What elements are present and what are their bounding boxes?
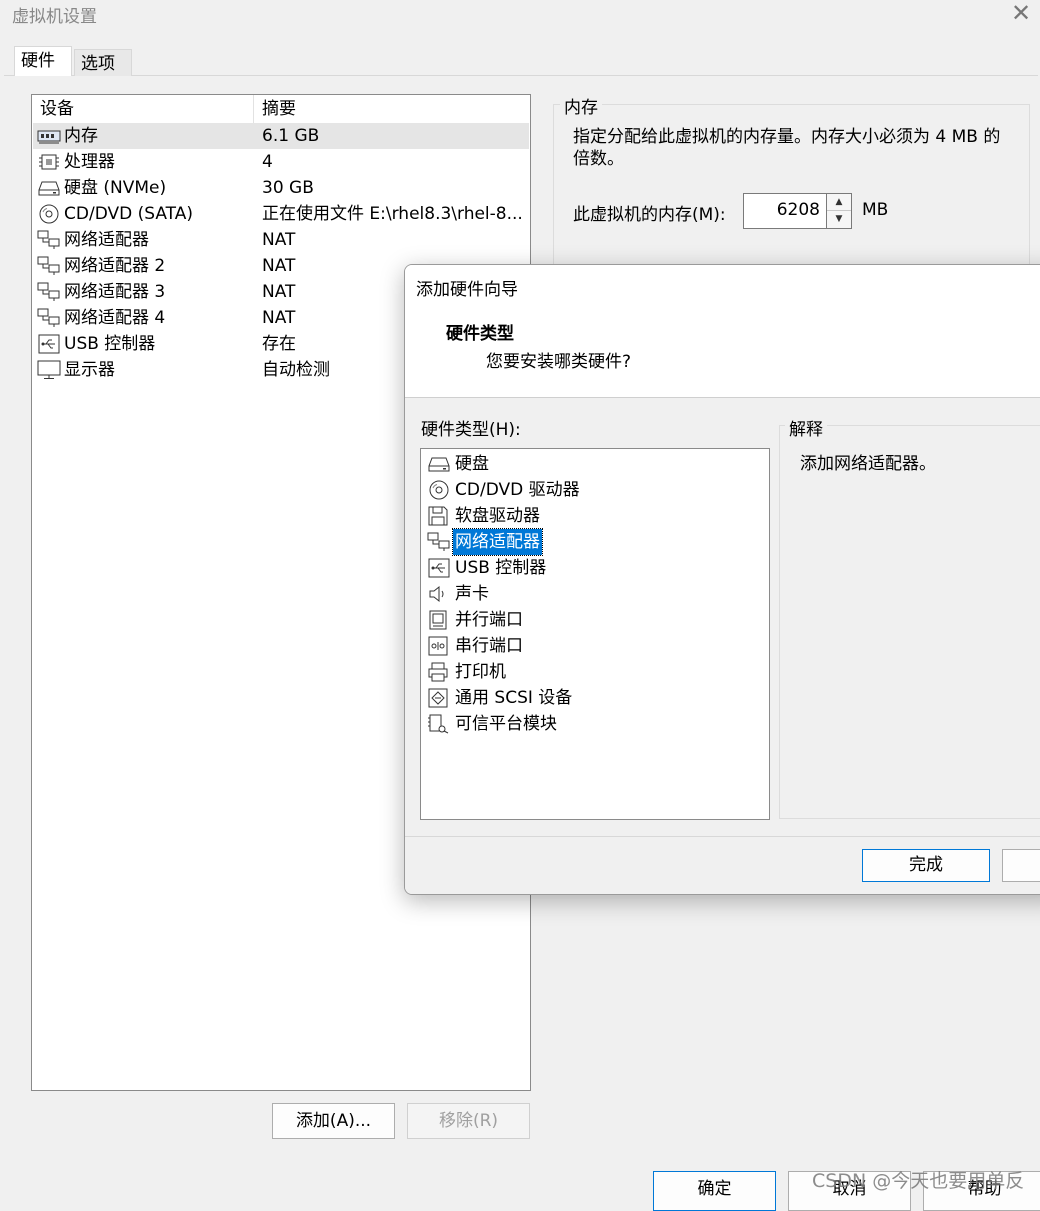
hardware-type-label: 可信平台模块 xyxy=(455,714,557,734)
harddisk-icon xyxy=(37,178,61,198)
processor-icon xyxy=(37,152,61,172)
hardware-type-label: 声卡 xyxy=(455,584,489,604)
network-adapter-icon xyxy=(37,282,61,302)
device-summary: NAT xyxy=(262,230,296,250)
hardware-type-label: 网络适配器 xyxy=(452,528,543,556)
cd-dvd-icon xyxy=(427,480,449,500)
display-icon xyxy=(37,360,61,380)
device-row[interactable]: 网络适配器 NAT xyxy=(33,227,529,253)
network-adapter-icon xyxy=(37,308,61,328)
device-name: 内存 xyxy=(64,126,98,146)
hardware-type-label: CD/DVD 驱动器 xyxy=(455,480,580,500)
watermark: CSDN @今天也要用单反 xyxy=(812,1170,1025,1192)
tab-hardware[interactable]: 硬件 xyxy=(14,46,72,76)
floppy-icon xyxy=(427,506,449,526)
usb-icon xyxy=(427,558,450,578)
scsi-icon xyxy=(427,688,449,708)
device-row[interactable]: 内存 6.1 GB xyxy=(33,123,529,149)
ok-button[interactable]: 确定 xyxy=(653,1171,776,1211)
network-adapter-icon xyxy=(37,230,61,250)
memory-unit: MB xyxy=(862,200,889,220)
serial-port-icon xyxy=(427,636,449,656)
device-name: 网络适配器 4 xyxy=(64,308,166,328)
parallel-port-icon xyxy=(427,610,449,630)
explanation-text: 添加网络适配器。 xyxy=(800,454,936,474)
wizard-title: 添加硬件向导 xyxy=(416,280,518,300)
device-name: CD/DVD (SATA) xyxy=(64,204,193,224)
device-name: 显示器 xyxy=(64,360,115,380)
device-name: 网络适配器 xyxy=(64,230,149,250)
device-row[interactable]: 处理器 4 xyxy=(33,149,529,175)
explanation-group xyxy=(779,425,1040,819)
hardware-type-label: 串行端口 xyxy=(455,636,523,656)
memory-input[interactable]: 6208 xyxy=(743,193,827,229)
remove-button[interactable]: 移除(R) xyxy=(407,1103,530,1139)
memory-spinner: ▲ ▼ xyxy=(827,193,852,229)
hardware-type-label: 软盘驱动器 xyxy=(455,506,540,526)
hardware-type-label: 硬盘 xyxy=(455,454,489,474)
hardware-type-list[interactable]: 硬盘 CD/DVD 驱动器 软盘驱动器 网络适配器 USB 控制器 声卡并行端口串行端口打… xyxy=(420,448,770,820)
spin-up-icon[interactable]: ▲ xyxy=(827,194,851,211)
wizard-subheading: 您要安装哪类硬件? xyxy=(486,352,632,372)
window-title: 虚拟机设置 xyxy=(12,7,97,27)
explanation-label: 解释 xyxy=(785,415,827,440)
sound-icon xyxy=(427,584,449,604)
hardware-type-label: 通用 SCSI 设备 xyxy=(455,688,573,708)
device-row[interactable]: CD/DVD (SATA) 正在使用文件 E:\rhel8.3\rhel-8... xyxy=(33,201,529,227)
usb-icon xyxy=(37,334,61,354)
title-bar xyxy=(0,0,1040,30)
device-summary: 30 GB xyxy=(262,178,314,198)
device-summary: 正在使用文件 E:\rhel8.3\rhel-8... xyxy=(262,204,523,224)
hardware-type-label: 硬件类型(H): xyxy=(421,420,521,440)
device-name: USB 控制器 xyxy=(64,334,156,354)
cd-dvd-icon xyxy=(37,204,61,224)
memory-icon xyxy=(37,126,61,146)
memory-group-label: 内存 xyxy=(560,93,602,118)
hardware-type-label: 并行端口 xyxy=(455,610,523,630)
device-name: 网络适配器 2 xyxy=(64,256,166,276)
network-adapter-icon xyxy=(37,256,61,276)
spin-down-icon[interactable]: ▼ xyxy=(827,211,851,228)
tpm-icon xyxy=(427,714,449,734)
harddisk-icon xyxy=(427,454,450,474)
finish-button[interactable]: 完成 xyxy=(862,849,990,882)
device-summary: 4 xyxy=(262,152,273,172)
close-icon[interactable]: ✕ xyxy=(1006,0,1036,28)
hardware-type-label: USB 控制器 xyxy=(455,558,547,578)
wizard-heading: 硬件类型 xyxy=(446,324,514,344)
device-name: 处理器 xyxy=(64,152,115,172)
wizard-next-button[interactable] xyxy=(1002,849,1040,882)
hardware-type-label: 打印机 xyxy=(455,662,506,682)
memory-field-label: 此虚拟机的内存(M): xyxy=(573,205,726,225)
tab-options[interactable]: 选项 xyxy=(74,49,132,76)
device-summary: 6.1 GB xyxy=(262,126,320,146)
column-header-summary[interactable]: 摘要 xyxy=(254,95,530,123)
add-hardware-wizard: 添加硬件向导 硬件类型 您要安装哪类硬件? 硬件类型(H): 硬盘 CD/DVD … xyxy=(404,264,1040,895)
column-header-device[interactable]: 设备 xyxy=(32,95,254,123)
add-button[interactable]: 添加(A)... xyxy=(272,1103,395,1139)
device-name: 硬盘 (NVMe) xyxy=(64,178,167,198)
memory-description: 指定分配给此虚拟机的内存量。内存大小必须为 4 MB 的倍数。 xyxy=(573,127,1001,169)
network-adapter-icon xyxy=(427,532,450,552)
device-row[interactable]: 硬盘 (NVMe) 30 GB xyxy=(33,175,529,201)
printer-icon xyxy=(427,662,449,682)
device-name: 网络适配器 3 xyxy=(64,282,166,302)
